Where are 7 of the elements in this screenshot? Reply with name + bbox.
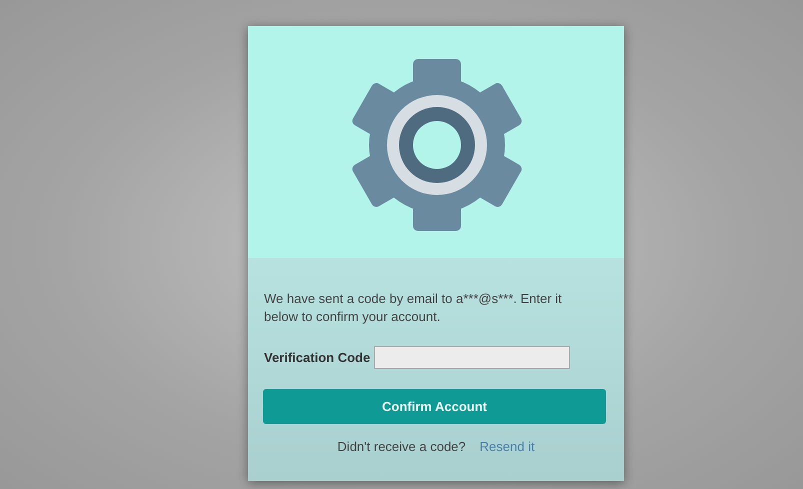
resend-link[interactable]: Resend it (480, 439, 535, 454)
instruction-text: We have sent a code by email to a***@s***. Enter it below to confirm your account. (264, 290, 563, 326)
field-label: Verification Code (264, 350, 370, 365)
resend-prompt-text: Didn't receive a code? (337, 439, 466, 454)
verification-code-field[interactable] (374, 346, 570, 369)
confirm-account-button[interactable]: Confirm Account (263, 389, 606, 424)
gear-icon (350, 59, 524, 231)
